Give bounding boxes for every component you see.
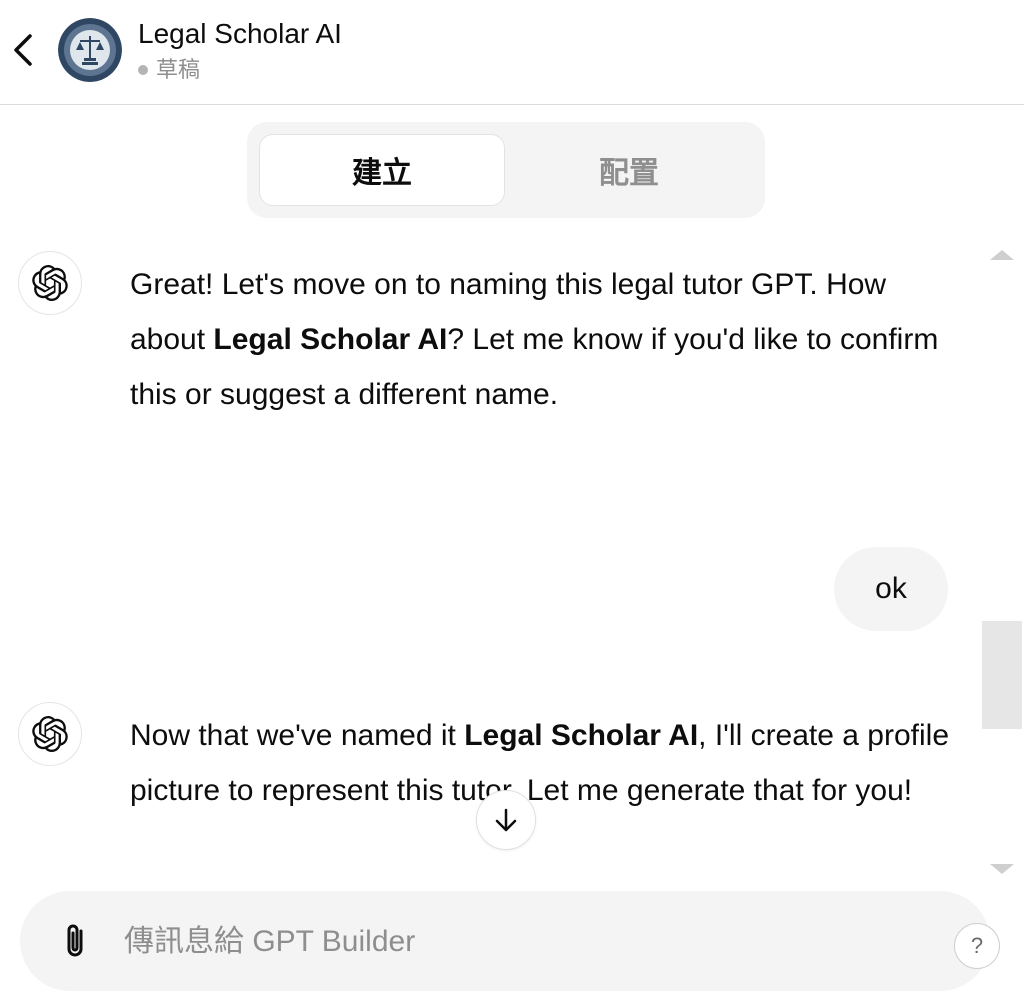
header-bar: Legal Scholar AI 草稿 <box>0 0 1024 105</box>
legal-scholar-avatar-icon <box>58 18 122 82</box>
tab-configure[interactable]: 配置 <box>506 134 752 206</box>
scroll-to-bottom-button[interactable] <box>476 790 536 850</box>
assistant-avatar <box>18 702 82 766</box>
message-text: Now that we've named it <box>130 719 465 752</box>
assistant-message-2: Now that we've named it Legal Scholar AI… <box>130 708 950 818</box>
scrollbar-down-arrow[interactable] <box>990 864 1014 874</box>
chevron-left-icon <box>14 34 32 66</box>
message-input[interactable] <box>122 915 906 969</box>
tab-create[interactable]: 建立 <box>259 134 505 206</box>
gpt-avatar[interactable] <box>58 18 122 82</box>
assistant-avatar <box>18 251 82 315</box>
attach-button[interactable] <box>54 919 98 963</box>
openai-logo-icon <box>32 265 68 301</box>
gpt-title: Legal Scholar AI <box>138 18 342 49</box>
assistant-message-1: Great! Let's move on to naming this lega… <box>130 257 950 422</box>
scrollbar-thumb[interactable] <box>982 621 1022 729</box>
status-label: 草稿 <box>156 57 201 82</box>
paperclip-icon <box>67 924 83 957</box>
status-dot-icon <box>138 65 148 75</box>
builder-tabs: 建立 配置 <box>247 122 765 218</box>
back-button[interactable] <box>4 30 44 70</box>
user-message-bubble: ok <box>834 547 948 631</box>
message-bold-text: Legal Scholar AI <box>464 719 699 752</box>
scrollbar-up-arrow[interactable] <box>990 250 1014 260</box>
help-label: ? <box>970 933 984 958</box>
status-row: 草稿 <box>138 56 200 84</box>
message-bold-text: Legal Scholar AI <box>213 323 448 356</box>
arrow-down-icon <box>495 808 517 832</box>
help-button[interactable]: ? <box>954 923 1000 969</box>
message-composer <box>20 891 990 991</box>
user-message-text: ok <box>875 572 907 605</box>
openai-logo-icon <box>32 716 68 752</box>
